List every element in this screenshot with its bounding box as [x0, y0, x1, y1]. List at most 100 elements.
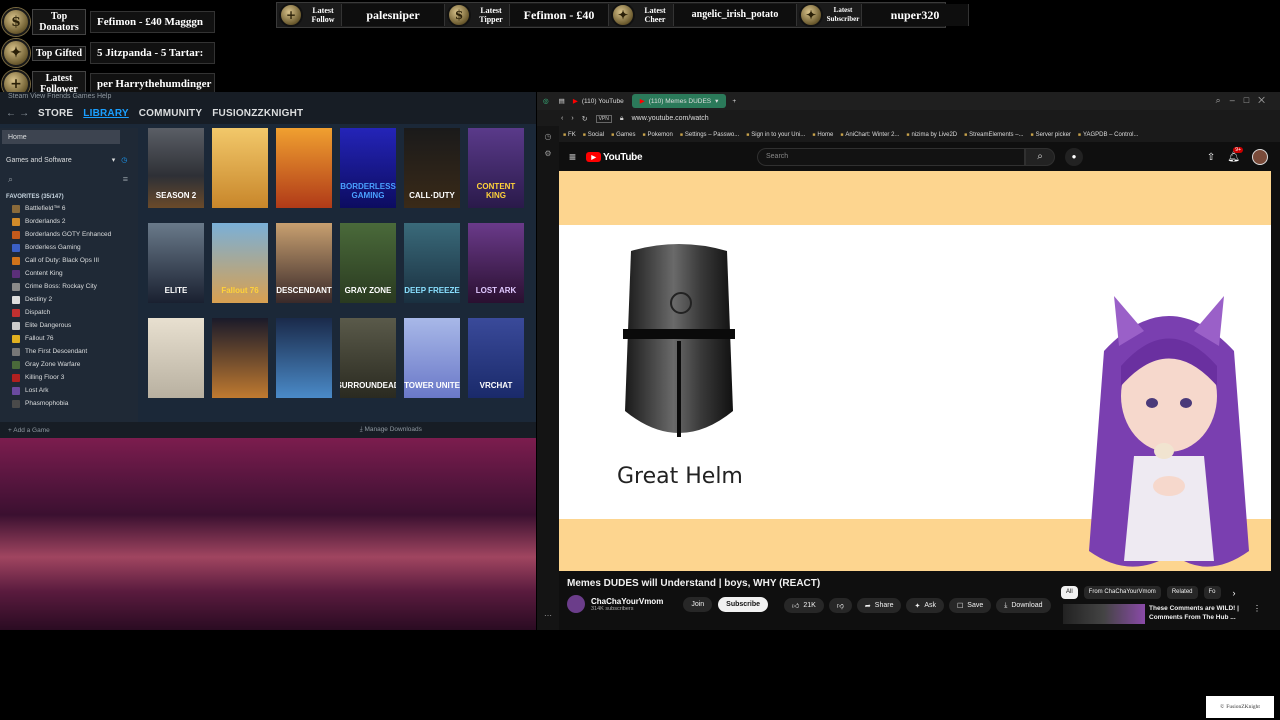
game-tile[interactable]: [276, 318, 332, 398]
subscribe-button[interactable]: Subscribe: [718, 596, 769, 612]
search-icon[interactable]: ⌕: [1025, 148, 1055, 166]
games-filter-dropdown[interactable]: Games and Software ▾ ◷: [0, 152, 138, 168]
reload-icon[interactable]: ↻: [582, 115, 588, 123]
bookmark-item[interactable]: Sign in to your Uni...: [746, 132, 805, 138]
game-tile[interactable]: TOWER UNITE: [404, 318, 460, 398]
sidebar-game-item[interactable]: Fallout 76: [0, 332, 138, 345]
game-tile[interactable]: CALL·DUTY: [404, 128, 460, 208]
chip-related[interactable]: Related: [1166, 586, 1198, 599]
sidebar-home[interactable]: Home: [2, 130, 120, 144]
sidebar-game-item[interactable]: Phasmophobia: [0, 397, 138, 410]
bookmark-item[interactable]: YAGPDB – Control...: [1078, 132, 1139, 138]
game-tile[interactable]: SEASON 2: [148, 128, 204, 208]
bookmark-item[interactable]: Social: [583, 132, 604, 138]
nav-library[interactable]: LIBRARY: [83, 108, 128, 119]
back-forward-icon[interactable]: ← →: [6, 108, 29, 119]
window-controls[interactable]: ⌕–□✕: [1216, 95, 1274, 106]
bookmark-item[interactable]: Settings – Passwo...: [680, 132, 739, 138]
chevron-right-icon[interactable]: ›: [1233, 588, 1236, 598]
account-avatar[interactable]: [1252, 149, 1268, 165]
dislike-button[interactable]: 👎︎: [828, 598, 852, 613]
bookmark-item[interactable]: Server picker: [1031, 132, 1071, 138]
game-tile[interactable]: GRAY ZONE: [340, 223, 396, 303]
game-tile[interactable]: LOST ARK: [468, 223, 524, 303]
sidebar-game-item[interactable]: Call of Duty: Black Ops III: [0, 254, 138, 267]
game-tile[interactable]: [212, 128, 268, 208]
ask-button[interactable]: ✦ Ask: [906, 598, 945, 613]
favorites-header[interactable]: FAVORITES (35/147): [0, 194, 138, 200]
sidebar-game-item[interactable]: Crime Boss: Rockay City: [0, 280, 138, 293]
steam-menubar[interactable]: Steam View Friends Games Help: [0, 92, 536, 102]
sidebar-game-item[interactable]: Dispatch: [0, 306, 138, 319]
game-tile-title: LOST ARK: [475, 286, 517, 295]
youtube-logo[interactable]: ▶ YouTube: [586, 152, 643, 163]
bookmark-item[interactable]: StreamElements –...: [964, 132, 1023, 138]
sidebar-game-item[interactable]: Borderlands 2: [0, 215, 138, 228]
top-gifted-row: ✦ Top Gifted 5 Jitzpanda - 5 Tartar:: [0, 37, 215, 69]
join-button[interactable]: Join: [683, 596, 713, 612]
bookmark-item[interactable]: AniChart: Winter 2...: [840, 132, 899, 138]
chip-all[interactable]: All: [1061, 586, 1078, 599]
bookmark-item[interactable]: FK: [563, 132, 576, 138]
settings-icon[interactable]: ⚙: [537, 149, 559, 158]
filter-icon[interactable]: ≡: [123, 174, 128, 184]
game-tile[interactable]: VRCHAT: [468, 318, 524, 398]
more-icon[interactable]: ⋯: [537, 611, 559, 620]
game-tile[interactable]: BORDERLESS GAMING: [340, 128, 396, 208]
microphone-icon[interactable]: ●: [1065, 148, 1083, 166]
add-game-button[interactable]: + Add a Game: [8, 427, 50, 434]
channel-avatar[interactable]: [567, 595, 585, 613]
upload-icon[interactable]: ⇧: [1207, 152, 1215, 163]
chip-from-channel[interactable]: From ChaChaYourVmom: [1083, 586, 1161, 599]
bookmark-item[interactable]: Pokemon: [642, 132, 672, 138]
bookmark-item[interactable]: nizima by Live2D: [906, 132, 957, 138]
game-tile[interactable]: [148, 318, 204, 398]
download-button[interactable]: ⤓ Download: [996, 598, 1051, 613]
library-search-input[interactable]: ⌕ ≡: [4, 174, 134, 186]
sidebar-game-item[interactable]: Borderlands GOTY Enhanced: [0, 228, 138, 241]
sidebar-game-item[interactable]: Borderless Gaming: [0, 241, 138, 254]
game-tile[interactable]: Fallout 76: [212, 223, 268, 303]
game-tile[interactable]: SURROUNDEAD: [340, 318, 396, 398]
sidebar-game-item[interactable]: Elite Dangerous: [0, 319, 138, 332]
bookmark-item[interactable]: Games: [611, 132, 635, 138]
tab-memes[interactable]: ▶ (110) Memes DUDES ▾: [631, 94, 727, 108]
youtube-search-input[interactable]: Search: [757, 148, 1025, 166]
game-tile[interactable]: [276, 128, 332, 208]
save-button[interactable]: ☐ Save: [949, 598, 992, 613]
hamburger-menu-icon[interactable]: ≡: [569, 150, 576, 164]
url-field[interactable]: www.youtube.com/watch: [632, 115, 709, 122]
history-icon[interactable]: ◷: [537, 132, 559, 141]
bookmark-item[interactable]: Home: [812, 132, 833, 138]
sidebar-game-item[interactable]: Destiny 2: [0, 293, 138, 306]
sidebar-game-item[interactable]: Content King: [0, 267, 138, 280]
more-options-icon[interactable]: ⋮: [1253, 604, 1261, 624]
nav-store[interactable]: STORE: [38, 108, 73, 119]
game-tile[interactable]: DEEP FREEZE: [404, 223, 460, 303]
game-tile[interactable]: ELITE: [148, 223, 204, 303]
sidebar-game-item[interactable]: Killing Floor 3: [0, 371, 138, 384]
sidebar-game-item[interactable]: Gray Zone Warfare: [0, 358, 138, 371]
game-tile[interactable]: CONTENT KING: [468, 128, 524, 208]
sidebar-game-item[interactable]: Battlefield™ 6: [0, 202, 138, 215]
manage-downloads-button[interactable]: ⤓ Manage Downloads: [360, 426, 422, 434]
video-player[interactable]: Great Helm: [559, 171, 1271, 571]
channel-name[interactable]: ChaChaYourVmom: [591, 597, 663, 606]
tab-youtube[interactable]: ▶ (110) YouTube: [565, 94, 632, 108]
clock-icon[interactable]: ◷: [121, 156, 127, 164]
game-tile[interactable]: [212, 318, 268, 398]
sidebar-game-item[interactable]: Lost Ark: [0, 384, 138, 397]
game-tile[interactable]: DESCENDANT: [276, 223, 332, 303]
back-icon[interactable]: ‹: [561, 115, 563, 122]
chip-more[interactable]: Fo: [1203, 586, 1221, 599]
new-tab-icon[interactable]: +: [732, 98, 736, 105]
sidebar-game-item[interactable]: The First Descendant: [0, 345, 138, 358]
notifications-bell-icon[interactable]: 🔔︎ 9+: [1227, 146, 1243, 163]
nav-community[interactable]: COMMUNITY: [139, 108, 202, 119]
share-button[interactable]: ➦ Share: [856, 598, 902, 613]
nav-user[interactable]: FUSIONZZKNIGHT: [212, 108, 303, 119]
like-button[interactable]: 👍︎ 21K: [784, 598, 824, 613]
recommended-video[interactable]: These Comments are WILD! | Comments From…: [1063, 604, 1261, 624]
vpn-badge[interactable]: VPN: [595, 114, 612, 123]
forward-icon[interactable]: ›: [571, 115, 573, 122]
